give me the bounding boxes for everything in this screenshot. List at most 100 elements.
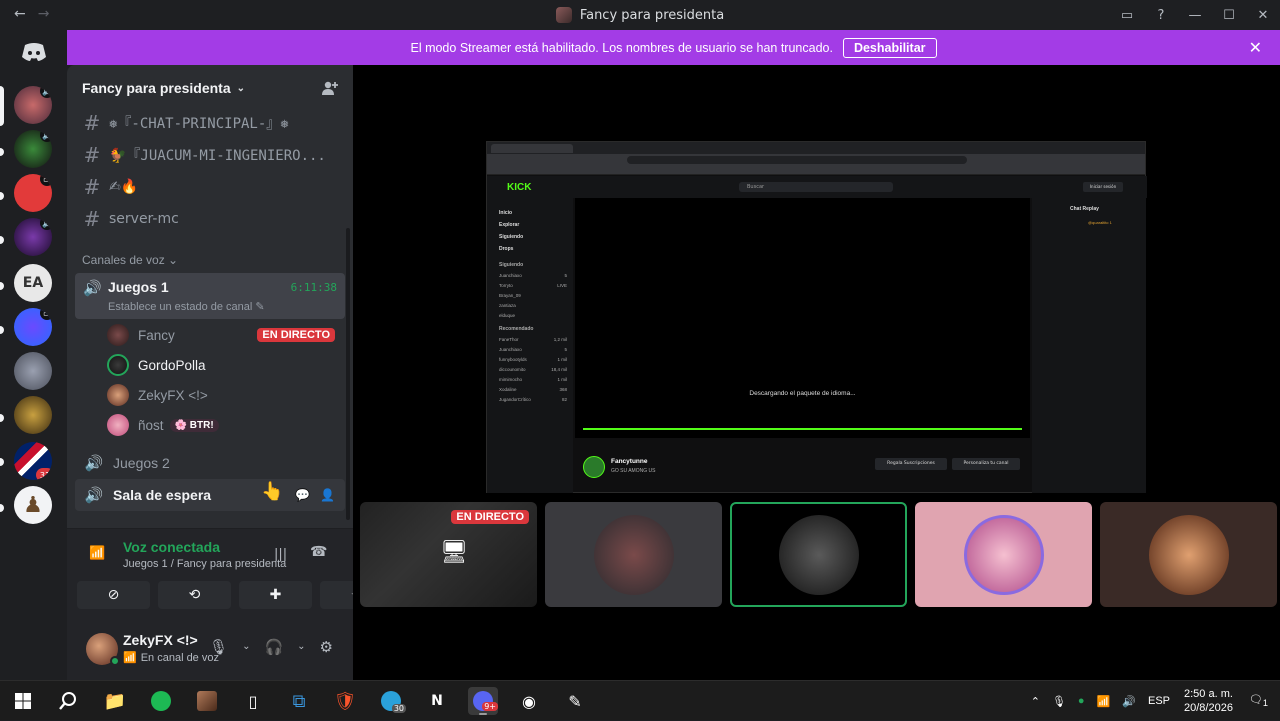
live-badge: EN DIRECTO — [451, 510, 529, 524]
server-fancy[interactable]: 🔊 — [14, 86, 52, 124]
camera-off-icon: ⊘ — [107, 587, 120, 603]
sidebar-scrollbar[interactable] — [346, 228, 350, 520]
mention-badge: 31 — [36, 468, 52, 480]
microphone-icon[interactable]: 🎙 — [1052, 695, 1066, 708]
browser-tabs — [487, 142, 1145, 154]
server-family[interactable]: 🔊 — [14, 218, 52, 256]
speaker-icon: 🔊 — [84, 454, 104, 472]
invite-people-icon[interactable] — [321, 79, 339, 101]
server-unread-pill — [0, 148, 4, 156]
kick-sidebar: Inicio Explorar Siguiendo Drops Siguiend… — [487, 198, 573, 493]
voice-user[interactable]: ZekyFX <!> — [107, 381, 343, 409]
language-indicator[interactable]: ESP — [1148, 695, 1170, 707]
banner-close-icon[interactable]: ✕ — [1249, 38, 1262, 58]
game-app-icon[interactable] — [192, 687, 222, 715]
participant-tile[interactable] — [1100, 502, 1277, 607]
voice-stage: KICK Buscar Iniciar sesión Inicio Explor… — [353, 65, 1280, 680]
voice-category[interactable]: Canales de voz ⌄ — [82, 253, 178, 267]
server-chess[interactable]: ♟ — [14, 486, 52, 524]
chevron-up-icon[interactable]: ⌃ — [1031, 695, 1040, 708]
tray-app-icon[interactable]: ● — [1078, 695, 1085, 707]
voice-channel-espera[interactable]: 🔊 Sala de espera 💬 👤 — [75, 479, 345, 511]
voice-channel-juegos2[interactable]: 🔊 Juegos 2 — [75, 447, 345, 479]
settings-gear-icon[interactable]: ⚙ — [320, 638, 333, 656]
channel-status[interactable]: Establece un estado de canal ✎ — [108, 300, 265, 313]
microphone-icon[interactable]: 🎙 — [209, 638, 228, 656]
headphones-icon[interactable]: 🎧 — [264, 638, 283, 656]
kick-channel: Torryto LIVE — [499, 283, 567, 288]
brave-icon[interactable]: 🛡 — [330, 687, 360, 715]
spotify-icon[interactable] — [146, 687, 176, 715]
text-channel[interactable]: # server-mc — [79, 204, 341, 234]
noise-suppression-icon[interactable]: ||| — [274, 547, 287, 562]
browser-url-bar — [487, 154, 1145, 166]
volume-icon[interactable]: 🔊 — [1122, 695, 1136, 708]
pen-app-icon[interactable]: ✎ — [560, 687, 590, 715]
voice-user-name: GordoPolla — [138, 357, 206, 373]
server-ea[interactable]: EA — [14, 264, 52, 302]
screen-share-button[interactable]: ⟲ — [158, 581, 231, 609]
clock[interactable]: 2:50 a. m. 20/8/2026 — [1184, 687, 1233, 715]
disconnect-icon[interactable]: ☎ — [310, 544, 327, 560]
voice-user[interactable]: GordoPolla — [107, 351, 343, 379]
file-explorer-icon[interactable]: 📁 — [100, 687, 130, 715]
notion-icon[interactable]: N — [422, 687, 452, 715]
server-selected-pill — [0, 86, 4, 126]
server-uk[interactable]: 31 — [14, 442, 52, 480]
signal-icon[interactable]: 📶 — [89, 546, 105, 561]
cursor-icon: 👆 — [261, 481, 284, 502]
participant-tile[interactable] — [915, 502, 1092, 607]
camera-off-button[interactable]: ⊘ — [77, 581, 150, 609]
server-cat[interactable] — [14, 352, 52, 390]
close-button[interactable]: ✕ — [1246, 0, 1280, 30]
start-icon[interactable] — [8, 687, 38, 715]
search-icon[interactable] — [53, 687, 83, 715]
channel-name: 🐓『JUACUM-MI-INGENIERO... — [109, 148, 326, 164]
wifi-icon[interactable]: 📶 — [1097, 695, 1111, 708]
server-mundo-hacker[interactable]: 🔊 — [14, 130, 52, 168]
chevron-down-icon: ⌄ — [236, 82, 246, 94]
vscode-icon[interactable]: ⧉ — [284, 687, 314, 715]
voice-user[interactable]: ñost 🌸 BTR! — [107, 411, 343, 439]
hash-icon: # — [83, 111, 101, 135]
notepad-icon[interactable]: ▯ — [238, 687, 268, 715]
activities-button[interactable]: ✚ — [239, 581, 312, 609]
voice-connected-subtitle[interactable]: Juegos 1 / Fancy para presidenta — [123, 558, 286, 570]
discord-icon[interactable]: 9+ — [468, 687, 498, 715]
maximize-button[interactable]: ☐ — [1212, 0, 1246, 30]
participant-tile-stream[interactable]: EN DIRECTO 🖥 — [360, 502, 537, 607]
voice-connected-title[interactable]: Voz conectada — [123, 539, 220, 555]
obs-icon[interactable]: ◉ — [514, 687, 544, 715]
chat-icon[interactable]: 💬 — [295, 488, 310, 502]
chevron-down-icon[interactable]: ⌄ — [242, 641, 250, 656]
invite-icon[interactable]: 👤 — [320, 488, 335, 502]
telegram-icon[interactable]: 30 — [376, 687, 406, 715]
server-gw[interactable]: ▭ — [14, 308, 52, 346]
notification-center-icon[interactable]: 🗨1 — [1249, 693, 1268, 708]
text-channel[interactable]: # 🐓『JUACUM-MI-INGENIERO... — [79, 140, 341, 170]
kick-subscribe: Regala Suscripciones — [875, 458, 947, 470]
screen-icon: 🖥 — [440, 540, 468, 565]
participant-tile-speaking[interactable] — [730, 502, 907, 607]
server-8[interactable]: ▭ — [14, 174, 52, 212]
voice-channel-juegos1[interactable]: 🔊 Juegos 1 6:11:38 Establece un estado d… — [75, 273, 345, 319]
help-icon[interactable]: ? — [1144, 0, 1178, 30]
inbox-icon[interactable]: ▭ — [1110, 0, 1144, 30]
user-name[interactable]: ZekyFX <!> — [123, 632, 198, 648]
speaker-icon: 🔊 — [40, 218, 52, 230]
server-header[interactable]: Fancy para presidenta ⌄ — [67, 65, 353, 111]
discord-home-icon[interactable] — [14, 34, 54, 70]
banner-message: El modo Streamer está habilitado. Los no… — [410, 40, 833, 55]
participant-tile[interactable] — [545, 502, 722, 607]
text-channel[interactable]: # ✍🔥 — [79, 172, 341, 202]
server-cartoon[interactable] — [14, 396, 52, 434]
chevron-down-icon[interactable]: ⌄ — [297, 641, 305, 656]
disable-streamer-button[interactable]: Deshabilitar — [842, 37, 937, 58]
url-field — [627, 156, 967, 164]
screen-share-icon: ⟲ — [188, 587, 201, 603]
voice-user[interactable]: Fancy EN DIRECTO — [107, 321, 343, 349]
text-channel[interactable]: # ❅『-CHAT-PRINCIPAL-』❅ — [79, 108, 341, 138]
stream-view[interactable]: KICK Buscar Iniciar sesión Inicio Explor… — [486, 141, 1147, 493]
kick-topbar: KICK Buscar Iniciar sesión — [487, 176, 1147, 198]
minimize-button[interactable]: — — [1178, 0, 1212, 30]
